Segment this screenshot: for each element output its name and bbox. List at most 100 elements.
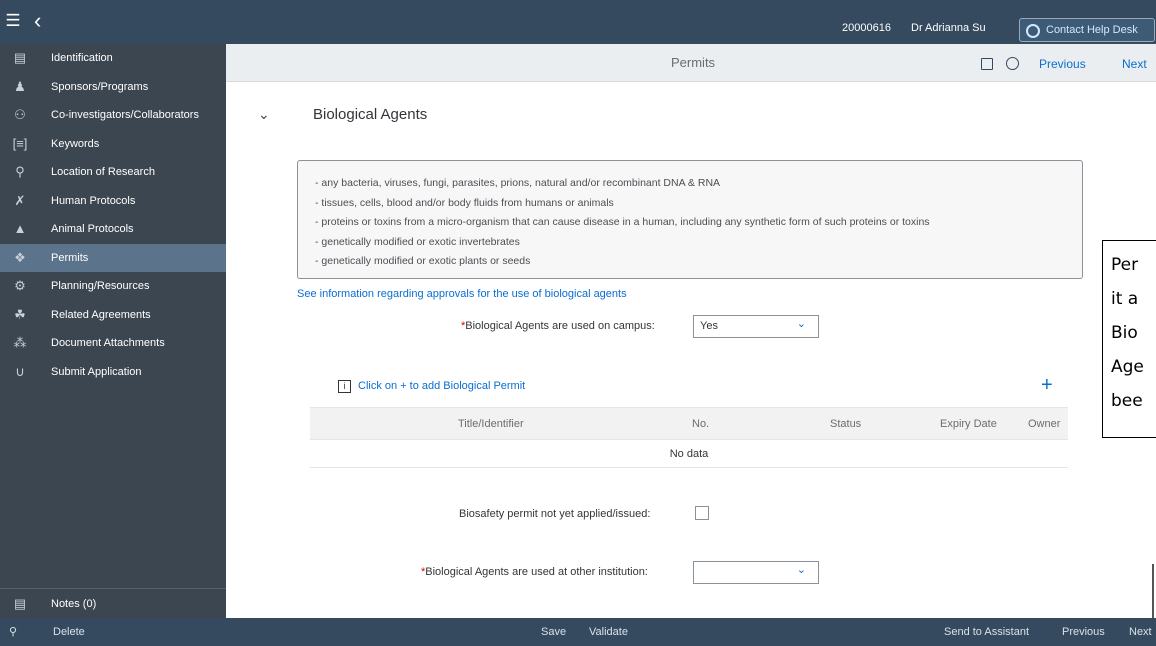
column-expiry-date: Expiry Date: [940, 418, 997, 430]
chevron-down-icon: ⌄: [796, 564, 806, 576]
sidebar-item-identification[interactable]: ▤ Identification: [0, 44, 226, 73]
sidebar-item-label: Sponsors/Programs: [51, 80, 149, 93]
no-data-row: No data: [310, 440, 1068, 468]
sidebar-item-label: Human Protocols: [51, 194, 136, 207]
chevron-down-icon[interactable]: ⌄: [258, 106, 270, 123]
users-icon: ⚇: [14, 107, 26, 122]
location-icon: ⚲: [15, 164, 25, 179]
hamburger-icon[interactable]: ☰: [4, 10, 22, 34]
chevron-left-icon[interactable]: ‹: [34, 10, 41, 32]
column-title-identifier: Title/Identifier: [458, 418, 524, 430]
sidebar: ▤ Identification ♟ Sponsors/Programs ⚇ Co-i…: [0, 44, 226, 618]
sidebar-item-label: Keywords: [51, 137, 100, 150]
column-status: Status: [830, 418, 862, 430]
page-title: Permits: [671, 55, 716, 70]
sidebar-item-label: Submit Application: [51, 365, 142, 378]
running-person-icon: ✗: [14, 192, 26, 208]
info-box: - any bacteria, viruses, fungi, parasite…: [297, 160, 1083, 279]
sidebar-item-label: Animal Protocols: [51, 223, 134, 235]
campus-select-value: Yes: [700, 320, 718, 332]
sidebar-item-permits[interactable]: ❖ Permits: [0, 243, 226, 272]
sidebar-item-location[interactable]: ⚲ Location of Research: [0, 158, 226, 187]
annotation-callout: Per it a Bio Age bee: [1102, 240, 1156, 438]
info-line: - tissues, cells, blood and/or body flui…: [315, 196, 614, 209]
sidebar-item-sponsors[interactable]: ♟ Sponsors/Programs: [0, 73, 226, 102]
info-icon: i: [338, 380, 351, 393]
sidebar-item-label: Planning/Resources: [51, 280, 150, 292]
bracket-list-icon: [≡]: [12, 135, 28, 151]
save-button[interactable]: Save: [541, 618, 566, 646]
column-no: No.: [692, 418, 710, 430]
sidebar-item-co-investigators[interactable]: ⚇ Co-investigators/Collaborators: [0, 101, 226, 130]
add-permit-plus-icon[interactable]: +: [1041, 374, 1053, 397]
upload-icon: ∪: [15, 363, 25, 379]
animal-icon: ▲: [13, 221, 27, 236]
column-owner: Owner: [1028, 418, 1061, 430]
user-name[interactable]: Dr Adrianna Su: [911, 22, 986, 34]
biosafety-label: Biosafety permit not yet applied/issued:: [459, 508, 651, 520]
permit-icon: ❖: [14, 249, 26, 265]
id-card-icon: ▤: [13, 50, 27, 65]
campus-field-label: *Biological Agents are used on campus:: [461, 320, 655, 332]
shell-bar: ☰ ‹ 20000616 Dr Adrianna Su Contact Help…: [0, 0, 1156, 44]
main-content: Permits Previous Next ⌄ Biological Agent…: [226, 44, 1156, 634]
sidebar-item-label: Related Agreements: [51, 308, 151, 321]
footer-bar: ⚲ Delete Save Validate Send to Assistant…: [0, 618, 1156, 646]
info-line: - any bacteria, viruses, fungi, parasite…: [315, 177, 721, 189]
sidebar-item-human-protocols[interactable]: ✗ Human Protocols: [0, 187, 226, 216]
sidebar-item-animal-protocols[interactable]: ▲ Animal Protocols: [0, 215, 226, 244]
other-institution-label-text: Biological Agents are used at other inst…: [425, 566, 648, 578]
sidebar-item-label: Co-investigators/Collaborators: [51, 109, 199, 121]
sidebar-item-document-attachments[interactable]: ⁂ Document Attachments: [0, 329, 226, 358]
other-institution-select[interactable]: ⌄: [693, 561, 819, 584]
notes-label: Notes (0): [51, 598, 97, 610]
callout-line: it a: [1111, 289, 1139, 309]
clock-icon[interactable]: [1006, 57, 1019, 70]
info-line: - genetically modified or exotic plants …: [315, 255, 531, 267]
callout-line: Per: [1111, 255, 1139, 275]
callout-line: Age: [1111, 357, 1144, 377]
headset-icon: [1026, 24, 1040, 38]
zoom-icon[interactable]: ⚲: [9, 618, 17, 646]
chevron-down-icon: ⌄: [796, 318, 806, 330]
group-icon: ♟: [14, 78, 26, 94]
contact-help-desk-button[interactable]: Contact Help Desk: [1019, 18, 1155, 42]
info-line: - genetically modified or exotic inverte…: [315, 235, 520, 248]
sidebar-item-label: Location of Research: [51, 166, 155, 178]
campus-select[interactable]: Yes ⌄: [693, 315, 819, 338]
biosafety-checkbox[interactable]: [695, 506, 709, 520]
header-next-link[interactable]: Next: [1122, 57, 1147, 71]
sidebar-item-label: Document Attachments: [51, 337, 165, 349]
approvals-info-link[interactable]: See information regarding approvals for …: [297, 288, 627, 300]
page-header: Permits Previous Next: [226, 44, 1156, 82]
sidebar-item-label: Permits: [51, 251, 89, 264]
section-title: Biological Agents: [313, 106, 428, 123]
callout-line: Bio: [1111, 323, 1138, 343]
contact-help-desk-label: Contact Help Desk: [1046, 24, 1138, 36]
send-to-assistant-button[interactable]: Send to Assistant: [944, 618, 1029, 646]
sidebar-item-planning[interactable]: ⚙ Planning/Resources: [0, 272, 226, 301]
add-permit-link[interactable]: Click on + to add Biological Permit: [358, 380, 525, 392]
delete-button[interactable]: Delete: [53, 618, 85, 646]
sidebar-item-submit-application[interactable]: ∪ Submit Application: [0, 358, 226, 387]
permits-table: Title/Identifier No. Status Expiry Date …: [310, 407, 1068, 468]
info-line: - proteins or toxins from a micro-organi…: [315, 216, 930, 228]
sidebar-item-related-agreements[interactable]: ☘ Related Agreements: [0, 301, 226, 330]
gear-icon: ⚙: [14, 278, 26, 293]
sidebar-item-keywords[interactable]: [≡] Keywords: [0, 130, 226, 159]
sidebar-item-label: Identification: [51, 52, 113, 64]
validate-button[interactable]: Validate: [589, 618, 628, 646]
header-previous-link[interactable]: Previous: [1039, 57, 1086, 71]
other-institution-field-label: *Biological Agents are used at other ins…: [421, 566, 648, 578]
user-id: 20000616: [842, 22, 891, 34]
callout-line: bee: [1111, 391, 1143, 411]
paperclip-icon: ⁂: [13, 335, 27, 350]
footer-previous-button[interactable]: Previous: [1062, 618, 1105, 646]
footer-next-button[interactable]: Next: [1129, 618, 1152, 646]
handshake-icon: ☘: [14, 306, 26, 322]
notes-icon: ▤: [13, 596, 27, 611]
calendar-icon[interactable]: [981, 58, 993, 70]
table-header: Title/Identifier No. Status Expiry Date …: [310, 407, 1068, 440]
campus-label-text: Biological Agents are used on campus:: [465, 320, 655, 332]
notes-button[interactable]: ▤ Notes (0): [0, 588, 226, 618]
